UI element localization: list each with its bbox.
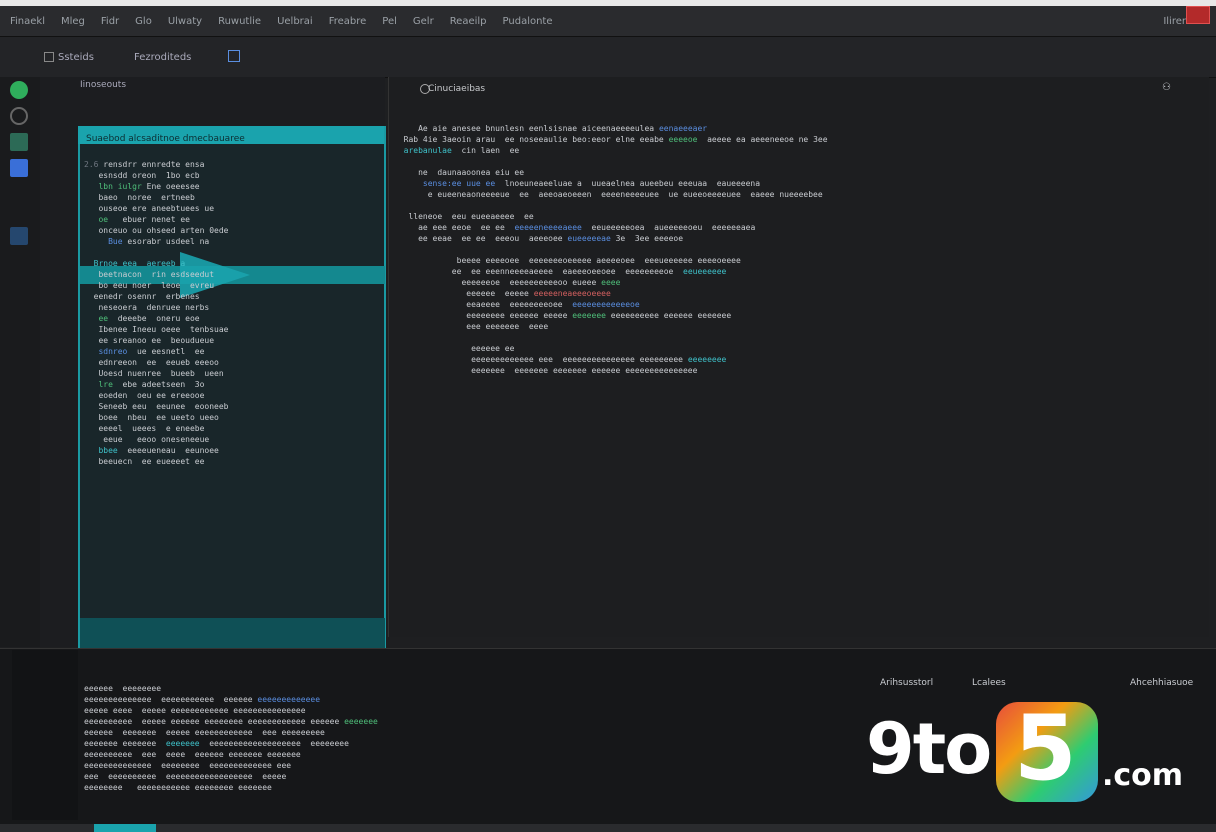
terminal-output: eeeeee eeeeeeee eeeeeeeeeeeeee eeeeeeeee… xyxy=(84,684,378,792)
title-bar: Finaekl Mleg Fidr Glo Ulwaty Ruwutlie Ue… xyxy=(0,6,1216,37)
settings-icon[interactable] xyxy=(44,52,54,62)
menu-item[interactable]: Fidr xyxy=(101,16,119,27)
debug-icon[interactable] xyxy=(10,159,28,177)
editor-tab-bar xyxy=(390,80,1208,106)
files-icon[interactable] xyxy=(10,227,28,245)
toolbar: Ssteids Fezroditeds xyxy=(0,37,1216,78)
menu-item[interactable]: Mleg xyxy=(61,16,85,27)
menu-item[interactable]: Uelbrai xyxy=(277,16,313,27)
source-control-icon[interactable] xyxy=(10,133,28,151)
highlighted-panel-header[interactable]: Suaebod alcsaditnoe dmecbauaree xyxy=(78,126,384,144)
logo-text: 9to xyxy=(866,708,992,790)
menu-item[interactable]: Glo xyxy=(135,16,152,27)
split-editor-icon[interactable]: ⚇ xyxy=(1162,82,1171,93)
menu-item[interactable]: Ulwaty xyxy=(168,16,202,27)
bottom-sidebar xyxy=(12,650,78,820)
extension-icon[interactable] xyxy=(10,81,28,99)
menu-item[interactable]: Pel xyxy=(382,16,397,27)
highlighted-code: 2.6 rensdrr ennredte ensa esnsdd oreon 1… xyxy=(84,160,229,466)
close-button[interactable] xyxy=(1186,6,1210,24)
panel-label: Lcalees xyxy=(972,678,1006,688)
explorer-header: Iinoseouts xyxy=(80,80,127,90)
highlighted-panel-title: Suaebod alcsaditnoe dmecbauaree xyxy=(86,134,245,144)
editor-tab[interactable]: Cinuciaeibas xyxy=(428,84,485,94)
menu-item[interactable]: Ruwutlie xyxy=(218,16,261,27)
menu-item[interactable]: Pudalonte xyxy=(503,16,553,27)
logo-badge: 5 xyxy=(996,696,1098,802)
9to5-logo: 9to 5 .com xyxy=(866,696,1196,810)
editor-code: Ae aie anesee bnunlesn eenlsisnae aiceen… xyxy=(403,124,828,375)
menu-item[interactable]: Reaeilp xyxy=(450,16,487,27)
titlebar-right: Ilirer xyxy=(1163,16,1186,27)
layout-icon[interactable] xyxy=(228,50,240,62)
logo-badge-text: 5 xyxy=(1014,696,1077,801)
activity-bar xyxy=(0,77,41,647)
toolbar-left-label[interactable]: Ssteids xyxy=(58,52,94,63)
toolbar-center-label[interactable]: Fezroditeds xyxy=(134,52,191,63)
menu-item[interactable]: Gelr xyxy=(413,16,434,27)
logo-suffix: .com xyxy=(1102,758,1184,793)
search-icon[interactable] xyxy=(10,107,28,125)
menu-item[interactable]: Finaekl xyxy=(10,16,45,27)
status-bar xyxy=(0,824,1216,832)
panel-label: Ahcehhiasuoe xyxy=(1130,678,1194,688)
menu-item[interactable]: Freabre xyxy=(329,16,367,27)
titlebar-right-label: Ilirer xyxy=(1163,15,1186,27)
panel-label: Arihsusstorl xyxy=(880,678,934,688)
status-accent xyxy=(94,824,156,832)
menu-bar: Finaekl Mleg Fidr Glo Ulwaty Ruwutlie Ue… xyxy=(10,16,553,27)
